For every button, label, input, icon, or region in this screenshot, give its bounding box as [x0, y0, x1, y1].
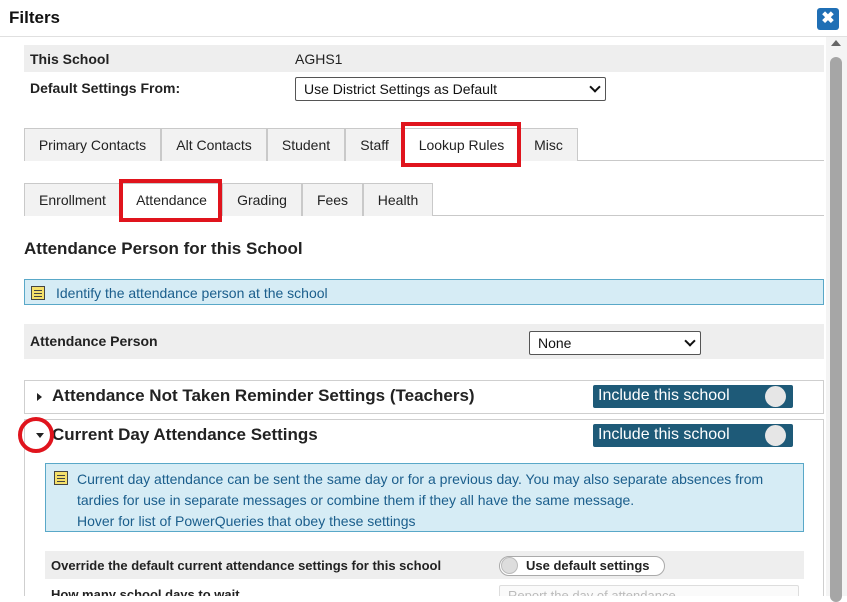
tab-primary-contacts[interactable]: Primary Contacts — [24, 128, 161, 161]
not-taken-title: Attendance Not Taken Reminder Settings (… — [52, 386, 475, 405]
school-row — [24, 45, 824, 72]
tab-grading[interactable]: Grading — [222, 183, 302, 216]
tab-enrollment[interactable]: Enrollment — [24, 183, 121, 216]
use-default-toggle[interactable]: Use default settings — [499, 556, 665, 576]
tab-health[interactable]: Health — [363, 183, 433, 216]
attendance-person-label: Attendance Person — [30, 333, 158, 349]
use-default-label: Use default settings — [526, 558, 650, 573]
current-day-info-line3[interactable]: Hover for list of PowerQueries that obey… — [77, 511, 802, 532]
this-school-label: This School — [30, 51, 110, 67]
not-taken-include-toggle[interactable]: Include this school — [593, 385, 793, 408]
attendance-person-info: Identify the attendance person at the sc… — [24, 279, 824, 305]
current-day-include-label: Include this school — [598, 426, 730, 443]
default-settings-select[interactable]: Use District Settings as Default — [295, 77, 606, 101]
this-school-value: AGHS1 — [295, 51, 343, 67]
highlight-attendance — [119, 179, 222, 222]
dialog-titlebar: Filters ✖ — [0, 0, 847, 37]
note-icon — [54, 471, 68, 485]
current-day-info: Current day attendance can be sent the s… — [45, 463, 804, 532]
current-day-info-line2: tardies for use in separate messages or … — [77, 492, 635, 508]
wait-days-value: Report the day of attendance — [508, 588, 676, 596]
wait-days-select[interactable]: Report the day of attendance — [499, 585, 799, 596]
override-label: Override the default current attendance … — [51, 558, 442, 573]
toggle-knob — [765, 386, 786, 407]
wait-days-label: How many school days to wait — [51, 587, 240, 596]
tab-fees[interactable]: Fees — [302, 183, 363, 216]
not-taken-include-label: Include this school — [598, 387, 730, 404]
scroll-up-icon[interactable] — [831, 40, 841, 46]
default-settings-value: Use District Settings as Default — [304, 81, 497, 97]
not-taken-panel[interactable]: Attendance Not Taken Reminder Settings (… — [24, 380, 824, 414]
tab-student[interactable]: Student — [267, 128, 345, 161]
current-day-panel: Current Day Attendance Settings Include … — [24, 419, 824, 596]
dialog-title: Filters — [9, 8, 61, 27]
tab-alt-contacts[interactable]: Alt Contacts — [161, 128, 267, 161]
attendance-person-value: None — [538, 335, 572, 351]
note-icon — [31, 286, 45, 300]
current-day-info-line1: Current day attendance can be sent the s… — [77, 471, 764, 487]
current-day-include-toggle[interactable]: Include this school — [593, 424, 793, 447]
current-day-title[interactable]: Current Day Attendance Settings — [52, 425, 318, 445]
expand-icon[interactable] — [37, 393, 42, 401]
attendance-person-heading: Attendance Person for this School — [24, 239, 303, 258]
default-settings-label: Default Settings From: — [30, 80, 181, 96]
attendance-person-select[interactable]: None — [529, 331, 701, 355]
tab-misc[interactable]: Misc — [519, 128, 578, 161]
highlight-lookup-rules — [401, 122, 521, 167]
scrollbar[interactable] — [826, 37, 847, 602]
scroll-thumb[interactable] — [830, 57, 842, 602]
highlight-collapse-icon — [18, 417, 54, 453]
chevron-down-icon — [589, 81, 601, 93]
chevron-down-icon — [684, 335, 696, 347]
toggle-knob — [501, 557, 518, 574]
dialog-content: This School AGHS1 Default Settings From:… — [0, 37, 826, 596]
tab-staff[interactable]: Staff — [345, 128, 404, 161]
toggle-knob — [765, 425, 786, 446]
close-button[interactable]: ✖ — [817, 8, 839, 30]
attendance-person-info-text: Identify the attendance person at the sc… — [56, 285, 328, 301]
